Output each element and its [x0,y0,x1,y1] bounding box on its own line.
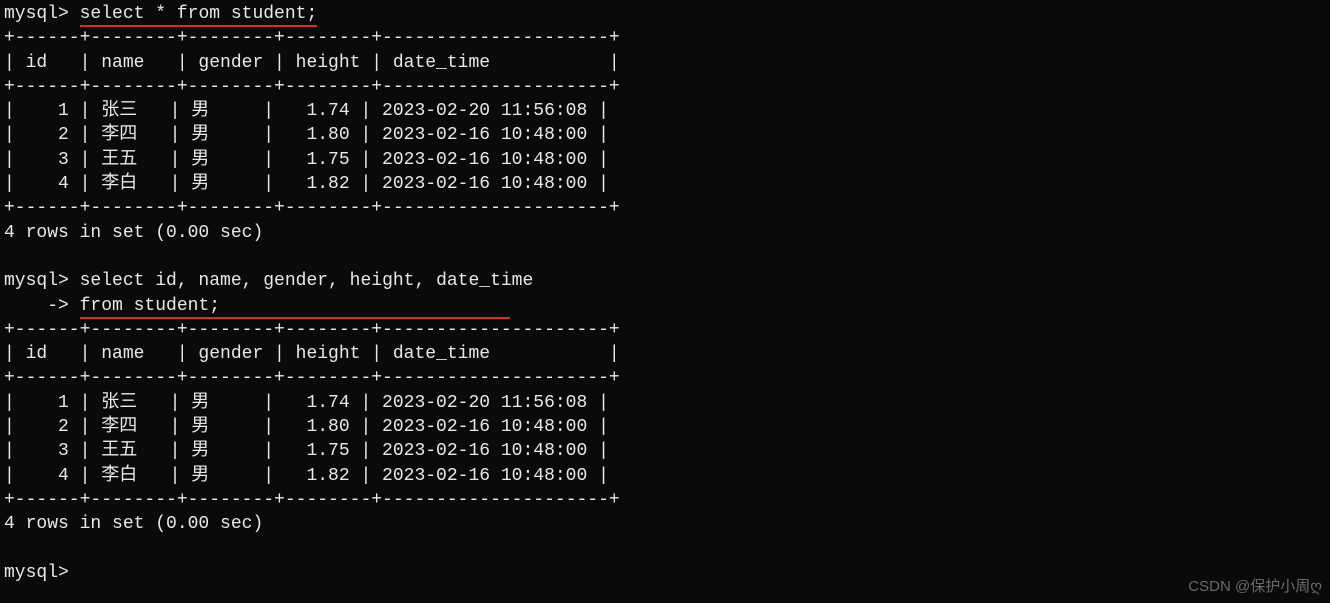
table-row: | 4 | 李白 | 男 | 1.82 | 2023-02-16 10:48:0… [4,464,1326,488]
sql-query-2-line2: from student; [80,294,510,318]
table-header-row: | id | name | gender | height | date_tim… [4,51,1326,75]
mysql-prompt: mysql> [4,271,69,291]
result-summary: 4 rows in set (0.00 sec) [4,512,1326,536]
mysql-prompt: mysql> [4,563,69,583]
table-header-row: | id | name | gender | height | date_tim… [4,342,1326,366]
table-row: | 3 | 王五 | 男 | 1.75 | 2023-02-16 10:48:0… [4,148,1326,172]
prompt-line-2-cont[interactable]: -> from student; [4,294,1326,318]
table-border: +------+--------+--------+--------+-----… [4,196,1326,220]
table-row: | 4 | 李白 | 男 | 1.82 | 2023-02-16 10:48:0… [4,172,1326,196]
prompt-line-2[interactable]: mysql> select id, name, gender, height, … [4,269,1326,293]
table-border: +------+--------+--------+--------+-----… [4,75,1326,99]
prompt-line-1[interactable]: mysql> select * from student; [4,2,1326,26]
sql-query-1: select * from student; [80,2,318,26]
table-row: | 1 | 张三 | 男 | 1.74 | 2023-02-20 11:56:0… [4,99,1326,123]
sql-query-2-line1: select id, name, gender, height, date_ti… [69,271,533,291]
table-row: | 2 | 李四 | 男 | 1.80 | 2023-02-16 10:48:0… [4,123,1326,147]
mysql-cont-prompt: -> [4,296,69,316]
table-border: +------+--------+--------+--------+-----… [4,366,1326,390]
table-row: | 1 | 张三 | 男 | 1.74 | 2023-02-20 11:56:0… [4,391,1326,415]
blank-line [4,245,1326,269]
table-row: | 3 | 王五 | 男 | 1.75 | 2023-02-16 10:48:0… [4,439,1326,463]
mysql-prompt: mysql> [4,4,69,24]
prompt-line-3[interactable]: mysql> [4,561,1326,585]
table-border: +------+--------+--------+--------+-----… [4,488,1326,512]
table-row: | 2 | 李四 | 男 | 1.80 | 2023-02-16 10:48:0… [4,415,1326,439]
table-border: +------+--------+--------+--------+-----… [4,26,1326,50]
blank-line [4,537,1326,561]
result-summary: 4 rows in set (0.00 sec) [4,221,1326,245]
table-border: +------+--------+--------+--------+-----… [4,318,1326,342]
watermark-text: CSDN @保护小周ღ [1188,577,1322,597]
